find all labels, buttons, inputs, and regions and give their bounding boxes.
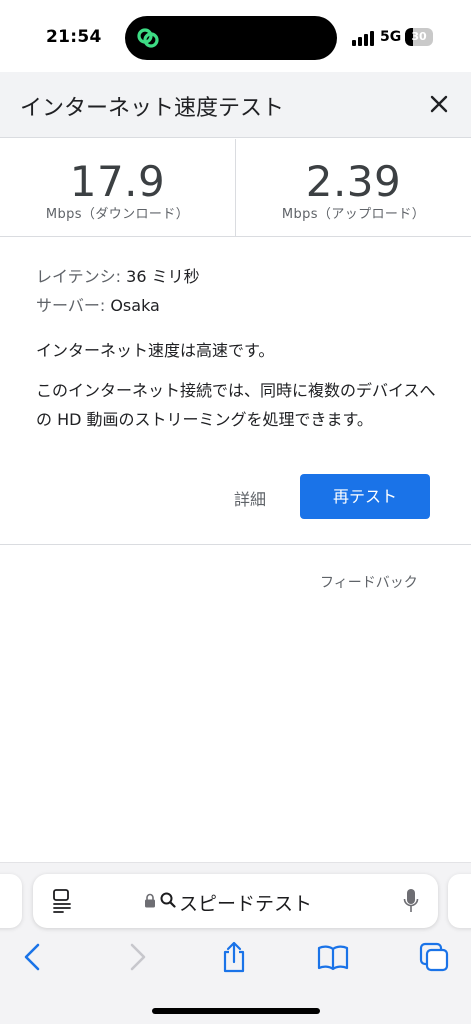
download-value: 17.9	[69, 157, 166, 206]
bookmarks-icon[interactable]	[316, 940, 350, 974]
server-value: Osaka	[110, 296, 160, 315]
retest-button[interactable]: 再テスト	[300, 474, 430, 519]
upload-unit: Mbps（アップロード）	[281, 207, 426, 222]
forward-icon[interactable]	[119, 940, 153, 974]
network-type: 5G	[380, 29, 402, 45]
latency-value: 36 ミリ秒	[126, 267, 200, 286]
divider	[0, 544, 471, 545]
download-result: 17.9 Mbps（ダウンロード）	[0, 139, 235, 237]
battery-icon: 30	[405, 28, 433, 46]
home-indicator	[152, 1008, 320, 1014]
dynamic-island[interactable]	[125, 16, 337, 60]
previous-tab-card[interactable]	[0, 874, 22, 928]
next-tab-card[interactable]	[448, 874, 471, 928]
panel-title: インターネット速度テスト	[20, 96, 285, 121]
server-line: サーバー: Osaka	[36, 291, 446, 320]
microphone-icon[interactable]	[403, 888, 419, 914]
test-info: レイテンシ: 36 ミリ秒 サーバー: Osaka	[36, 262, 446, 320]
upload-value: 2.39	[305, 157, 402, 206]
close-icon[interactable]	[427, 92, 451, 116]
latency-line: レイテンシ: 36 ミリ秒	[36, 262, 446, 291]
tabs-icon[interactable]	[417, 940, 451, 974]
server-label: サーバー:	[36, 296, 106, 315]
signal-icon	[352, 31, 374, 46]
status-time: 21:54	[46, 27, 102, 47]
speed-summary: インターネット速度は高速です。	[36, 341, 275, 360]
details-link[interactable]: 詳細	[234, 486, 266, 510]
status-bar: 21:54 5G 30	[0, 0, 471, 72]
speed-description: このインターネット接続では、同時に複数のデバイスへの HD 動画のストリーミング…	[36, 381, 436, 429]
link-rings-icon	[137, 28, 159, 48]
feedback-link[interactable]: フィードバック	[320, 572, 418, 592]
speed-results: 17.9 Mbps（ダウンロード） 2.39 Mbps（アップロード）	[0, 139, 471, 237]
panel-header: インターネット速度テスト	[0, 72, 471, 138]
latency-label: レイテンシ:	[36, 267, 122, 286]
back-icon[interactable]	[17, 940, 51, 974]
search-icon	[160, 892, 176, 908]
lock-icon	[145, 893, 155, 908]
address-bar[interactable]: スピードテスト	[33, 874, 438, 928]
address-text[interactable]: スピードテスト	[179, 889, 312, 916]
battery-level: 30	[411, 30, 427, 43]
share-icon[interactable]	[217, 940, 251, 974]
download-unit: Mbps（ダウンロード）	[45, 207, 190, 222]
upload-result: 2.39 Mbps（アップロード）	[236, 139, 471, 237]
reader-icon[interactable]	[51, 888, 73, 914]
